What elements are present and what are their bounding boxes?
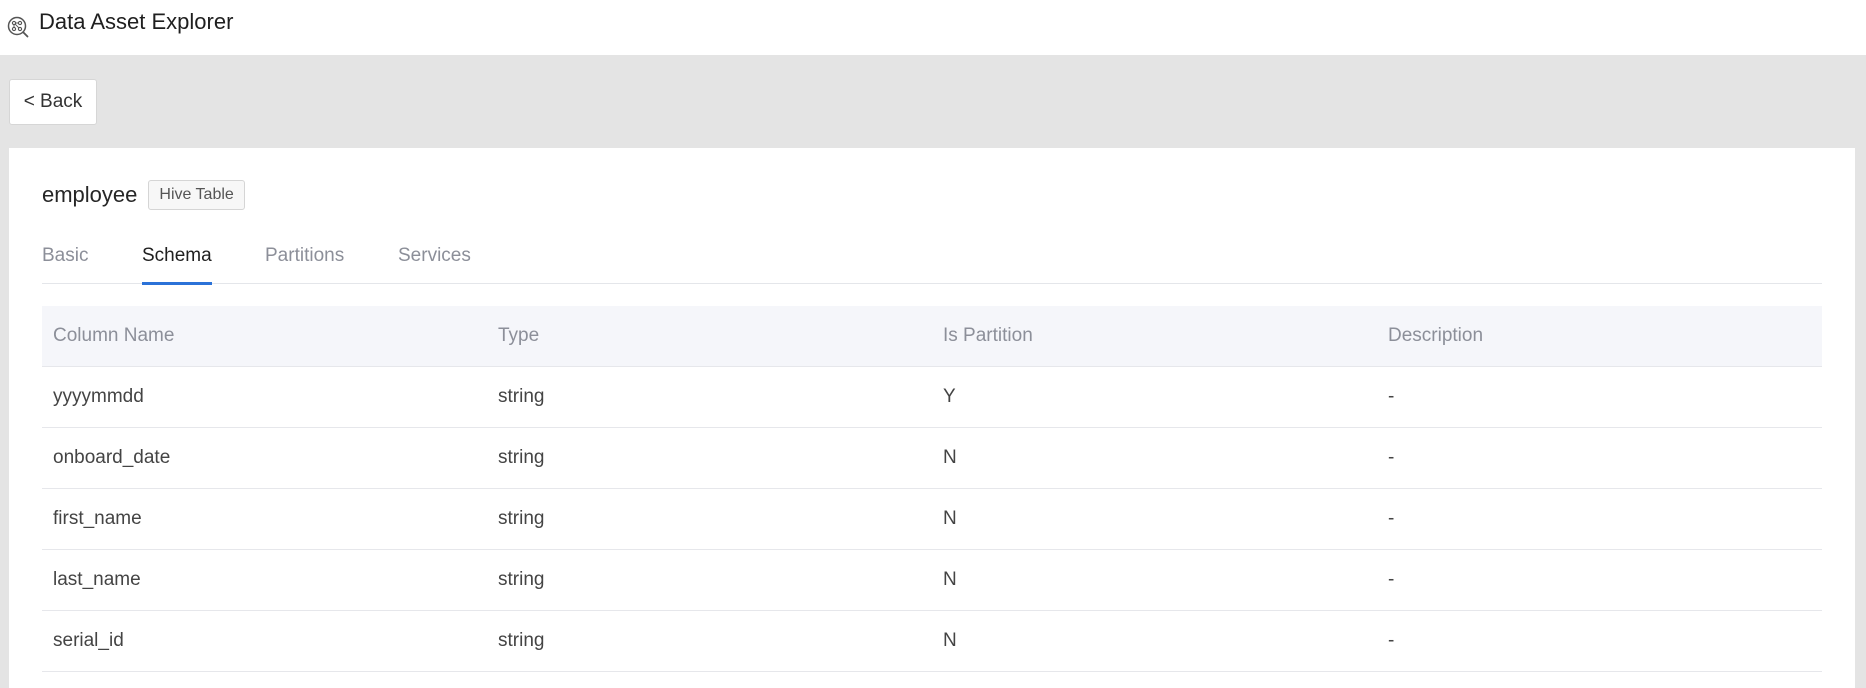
description-cell: - <box>1388 386 1395 407</box>
column-name-cell: last_name <box>53 569 141 590</box>
column-type-cell: string <box>498 630 545 651</box>
is-partition-cell: N <box>943 447 957 468</box>
app-header: Data Asset Explorer <box>0 0 1866 55</box>
schema-table: Column Name Type Is Partition Descriptio… <box>42 306 1822 672</box>
column-type-cell: string <box>498 386 545 407</box>
explorer-icon <box>6 15 30 39</box>
table-row: onboard_date string N - <box>42 428 1822 489</box>
tab-partitions[interactable]: Partitions <box>265 242 344 284</box>
table-row: first_name string N - <box>42 489 1822 550</box>
column-header-is-partition: Is Partition <box>943 325 1033 346</box>
column-name-cell: onboard_date <box>53 447 171 468</box>
back-button[interactable]: < Back <box>9 79 97 125</box>
column-header-name: Column Name <box>53 325 175 346</box>
column-header-type: Type <box>498 325 540 346</box>
is-partition-cell: N <box>943 630 957 651</box>
asset-tabs: Basic Schema Partitions Services <box>42 242 1822 285</box>
column-name-cell: first_name <box>53 508 142 529</box>
column-name-cell: serial_id <box>53 630 124 651</box>
description-cell: - <box>1388 447 1395 468</box>
column-type-cell: string <box>498 569 545 590</box>
asset-name: employee <box>42 182 138 207</box>
asset-title-row: employee Hive Table <box>42 180 245 210</box>
tab-services[interactable]: Services <box>398 242 471 284</box>
asset-type-badge: Hive Table <box>148 180 245 210</box>
is-partition-cell: N <box>943 508 957 529</box>
tab-schema[interactable]: Schema <box>142 242 212 285</box>
column-type-cell: string <box>498 447 545 468</box>
description-cell: - <box>1388 569 1395 590</box>
description-cell: - <box>1388 630 1395 651</box>
column-type-cell: string <box>498 508 545 529</box>
table-row: yyyymmdd string Y - <box>42 367 1822 428</box>
asset-detail-card: employee Hive Table Basic Schema Partiti… <box>9 148 1855 688</box>
is-partition-cell: Y <box>943 386 956 407</box>
tab-basic[interactable]: Basic <box>42 242 88 284</box>
description-cell: - <box>1388 508 1395 529</box>
table-row: last_name string N - <box>42 550 1822 611</box>
app-title: Data Asset Explorer <box>39 8 234 34</box>
table-header: Column Name Type Is Partition Descriptio… <box>42 306 1822 367</box>
column-name-cell: yyyymmdd <box>53 386 144 407</box>
table-row: serial_id string N - <box>42 611 1822 672</box>
is-partition-cell: N <box>943 569 957 590</box>
column-header-description: Description <box>1388 325 1484 346</box>
